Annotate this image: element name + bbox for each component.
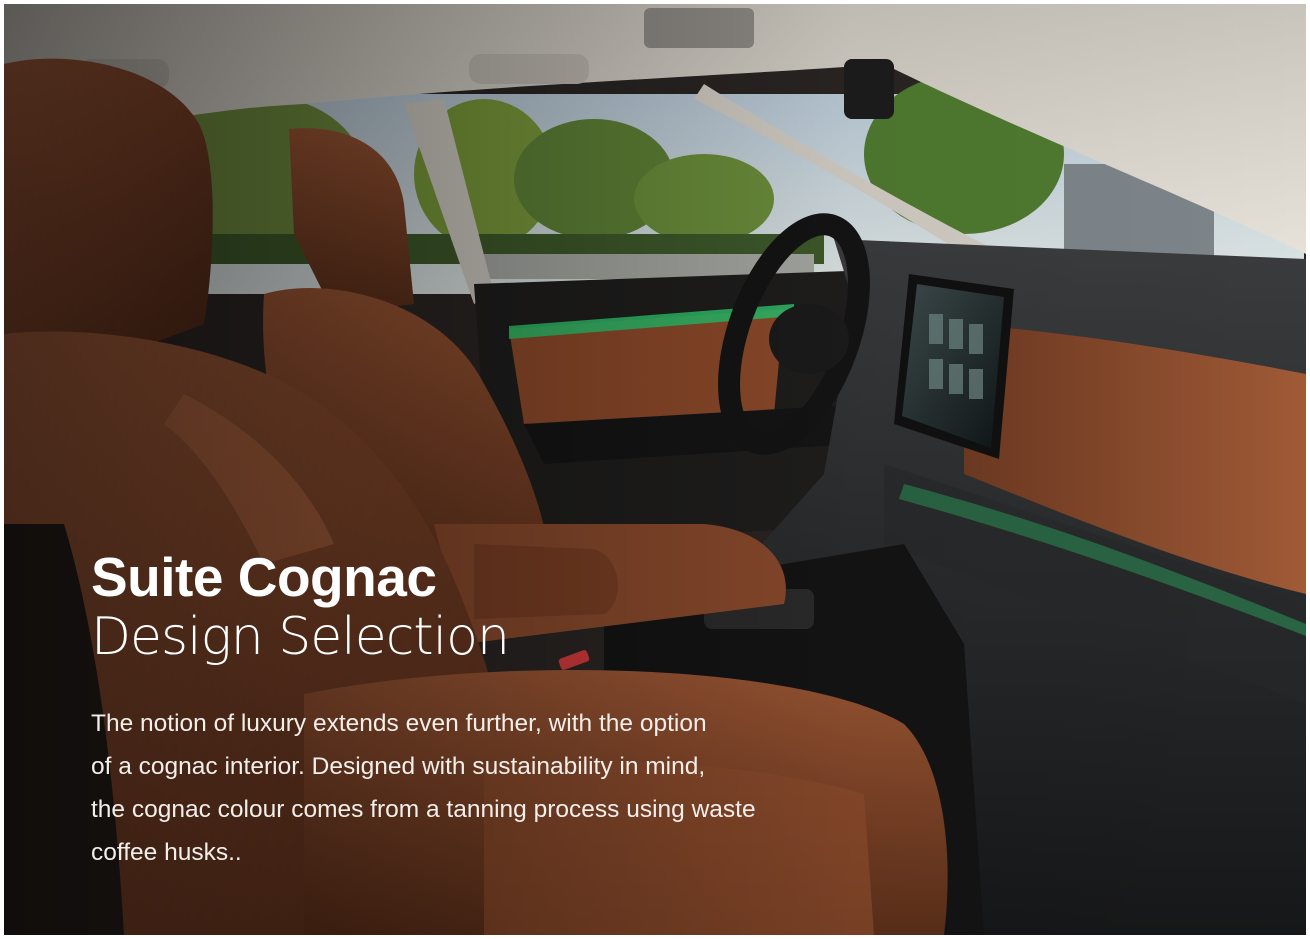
description-line: The notion of luxury extends even furthe… [91,710,707,737]
page-subtitle: Design Selection [91,607,510,667]
page-title: Suite Cognac [91,546,437,608]
car-interior-photo: Suite Cognac Design Selection The notion… [4,4,1306,935]
description-line: of a cognac interior. Designed with sust… [91,753,706,780]
description-line: coffee husks.. [91,839,242,866]
description-line: the cognac colour comes from a tanning p… [91,796,756,823]
caption-block: Suite Cognac Design Selection The notion… [91,548,871,874]
description-paragraph: The notion of luxury extends even furthe… [91,702,871,874]
